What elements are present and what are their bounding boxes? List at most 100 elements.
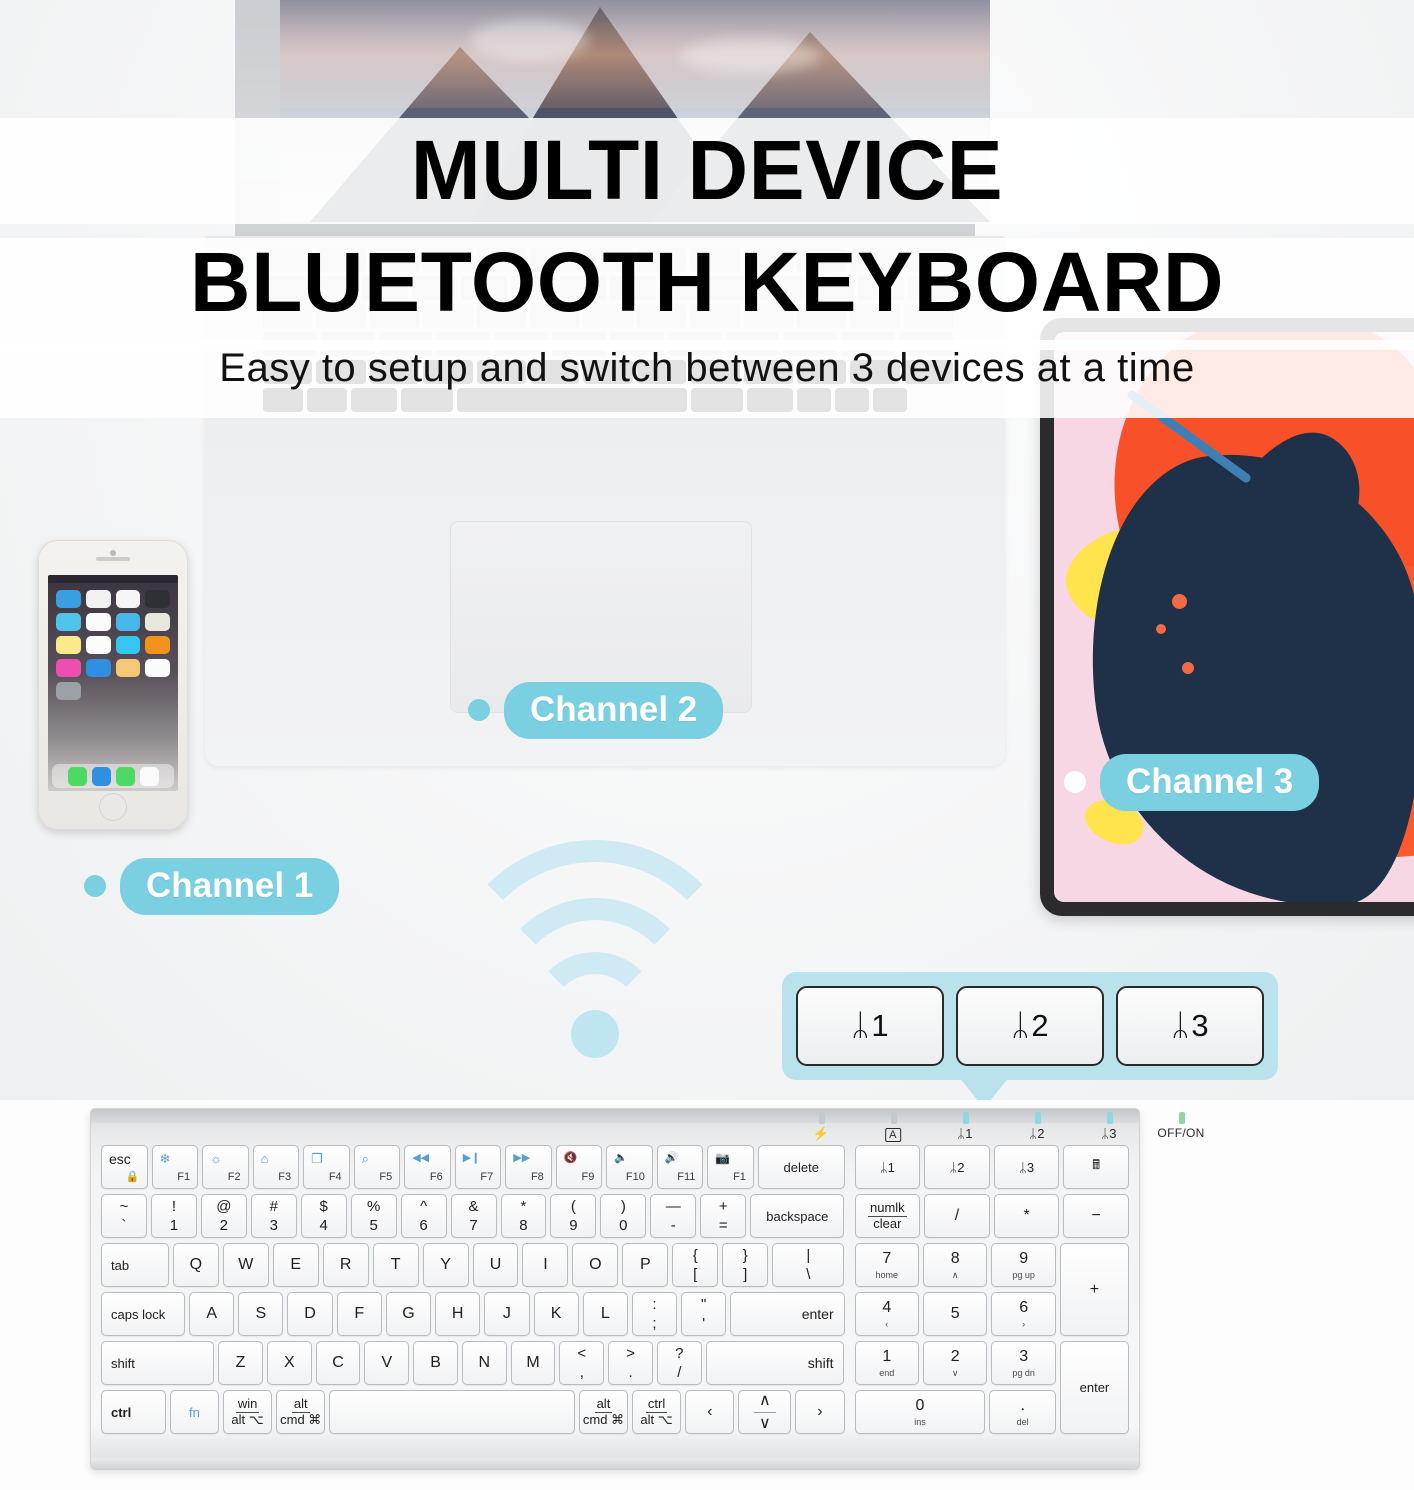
key-r[interactable]: R	[322, 1243, 369, 1287]
key-1[interactable]: ! 1	[150, 1194, 197, 1238]
key-k[interactable]: K	[533, 1292, 579, 1336]
key-numpad-2[interactable]: 2 ∨	[923, 1341, 988, 1385]
key-f10[interactable]: 🔈 F10	[606, 1145, 653, 1189]
key-bluetooth-3[interactable]: ᛦ3	[993, 1145, 1060, 1189]
key-period[interactable]: >.	[608, 1341, 653, 1385]
key-f4[interactable]: ❐ F4	[303, 1145, 350, 1189]
key-numpad-7[interactable]: 7 home	[854, 1243, 919, 1287]
key-0[interactable]: ) 0	[600, 1194, 647, 1238]
key-2[interactable]: @2	[200, 1194, 247, 1238]
key-7[interactable]: & 7	[450, 1194, 497, 1238]
key-s[interactable]: S	[238, 1292, 284, 1336]
key-alt-cmd-right[interactable]: alt cmd ⌘	[578, 1390, 629, 1434]
key-g[interactable]: G	[385, 1292, 432, 1336]
key-backslash[interactable]: | \	[772, 1243, 845, 1287]
key-f5[interactable]: ⌕ F5	[353, 1145, 401, 1189]
key-q[interactable]: Q	[172, 1243, 219, 1287]
key-f[interactable]: F	[336, 1292, 382, 1336]
key-equals[interactable]: + =	[700, 1194, 747, 1238]
callout-bluetooth-key-2[interactable]: ᛦ2	[956, 986, 1104, 1066]
key-space[interactable]	[329, 1390, 575, 1434]
key-numpad-6[interactable]: 6 ›	[991, 1292, 1056, 1336]
key-f12[interactable]: 📷 F1	[707, 1145, 754, 1189]
key-l[interactable]: L	[582, 1292, 628, 1336]
key-quote[interactable]: " '	[681, 1292, 727, 1336]
key-calculator[interactable]: 🖩	[1063, 1145, 1129, 1189]
key-e[interactable]: E	[272, 1243, 319, 1287]
key-f7[interactable]: ▶❙ F7	[454, 1145, 502, 1189]
key-numpad-0[interactable]: 0 ins	[854, 1390, 986, 1434]
callout-bluetooth-key-1[interactable]: ᛦ1	[796, 986, 944, 1066]
key-numpad-4[interactable]: 4 ‹	[854, 1292, 919, 1336]
key-3[interactable]: #3	[250, 1194, 297, 1238]
key-delete[interactable]: delete	[757, 1145, 845, 1189]
key-h[interactable]: H	[435, 1292, 481, 1336]
key-numpad-enter[interactable]: enter	[1059, 1341, 1129, 1434]
key-arrow-right[interactable]: ›	[795, 1390, 845, 1434]
key-f6[interactable]: ◀◀ F6	[404, 1145, 451, 1189]
key-fn[interactable]: fn	[169, 1390, 219, 1434]
key-shift-left[interactable]: shift	[101, 1341, 215, 1385]
key-arrow-up-down[interactable]: ∧ ∨	[738, 1390, 792, 1434]
key-b[interactable]: B	[413, 1341, 458, 1385]
key-ctrl-alt-right[interactable]: ctrl alt ⌥	[632, 1390, 682, 1434]
key-numpad-1[interactable]: 1 end	[854, 1341, 919, 1385]
key-alt-cmd-left[interactable]: alt cmd ⌘	[276, 1390, 326, 1434]
key-numpad-decimal[interactable]: . del	[989, 1390, 1056, 1434]
key-f9[interactable]: 🔇 F9	[555, 1145, 603, 1189]
key-minus[interactable]: — -	[650, 1194, 697, 1238]
key-f2[interactable]: ☼ F2	[202, 1145, 249, 1189]
key-numpad-8[interactable]: 8 ∧	[923, 1243, 988, 1287]
key-numpad-plus[interactable]: +	[1059, 1243, 1129, 1336]
key-slash[interactable]: ? /	[656, 1341, 702, 1385]
key-numlock[interactable]: numlk clear	[854, 1194, 921, 1238]
key-6[interactable]: ^ 6	[400, 1194, 447, 1238]
key-m[interactable]: M	[510, 1341, 556, 1385]
key-bluetooth-2[interactable]: ᛦ2	[924, 1145, 990, 1189]
key-4[interactable]: $4	[300, 1194, 347, 1238]
key-j[interactable]: J	[484, 1292, 530, 1336]
key-y[interactable]: Y	[422, 1243, 469, 1287]
key-5[interactable]: % 5	[350, 1194, 397, 1238]
key-arrow-left[interactable]: ‹	[685, 1390, 735, 1434]
key-numpad-9[interactable]: 9 pg up	[991, 1243, 1056, 1287]
key-f1[interactable]: ❄ F1	[151, 1145, 199, 1189]
key-caps-lock[interactable]: caps lock	[101, 1292, 186, 1336]
key-x[interactable]: X	[266, 1341, 312, 1385]
key-t[interactable]: T	[372, 1243, 419, 1287]
key-numpad-divide[interactable]: /	[924, 1194, 990, 1238]
key-backspace[interactable]: backspace	[750, 1194, 845, 1238]
key-tab[interactable]: tab	[101, 1243, 169, 1287]
key-9[interactable]: (9	[550, 1194, 597, 1238]
key-i[interactable]: I	[522, 1243, 569, 1287]
key-ctrl-left[interactable]: ctrl	[101, 1390, 166, 1434]
key-bracket-right[interactable]: }]	[722, 1243, 769, 1287]
key-bracket-left[interactable]: {[	[672, 1243, 719, 1287]
key-a[interactable]: A	[189, 1292, 235, 1336]
key-8[interactable]: * 8	[500, 1194, 547, 1238]
key-bluetooth-1[interactable]: ᛦ1	[854, 1145, 921, 1189]
key-d[interactable]: D	[287, 1292, 333, 1336]
key-numpad-multiply[interactable]: *	[993, 1194, 1060, 1238]
key-numpad-3[interactable]: 3 pg dn	[991, 1341, 1056, 1385]
key-f3[interactable]: ⌂ F3	[252, 1145, 300, 1189]
key-z[interactable]: Z	[218, 1341, 263, 1385]
key-numpad-5[interactable]: 5	[923, 1292, 988, 1336]
key-shift-right[interactable]: shift	[705, 1341, 845, 1385]
key-semicolon[interactable]: :;	[631, 1292, 678, 1336]
callout-bluetooth-key-3[interactable]: ᛦ3	[1116, 986, 1264, 1066]
key-f11[interactable]: 🔊 F11	[656, 1145, 704, 1189]
power-switch[interactable]	[1179, 1112, 1185, 1124]
key-backtick[interactable]: ~ `	[101, 1194, 147, 1238]
key-comma[interactable]: <,	[559, 1341, 605, 1385]
key-win-alt[interactable]: win alt ⌥	[223, 1390, 273, 1434]
key-o[interactable]: O	[572, 1243, 619, 1287]
key-c[interactable]: C	[315, 1341, 361, 1385]
key-u[interactable]: U	[472, 1243, 519, 1287]
key-f8[interactable]: ▶▶ F8	[505, 1145, 552, 1189]
key-esc[interactable]: esc 🔒	[101, 1145, 148, 1189]
key-p[interactable]: P	[622, 1243, 669, 1287]
key-v[interactable]: V	[364, 1341, 410, 1385]
key-numpad-minus[interactable]: −	[1063, 1194, 1129, 1238]
key-enter[interactable]: enter	[730, 1292, 845, 1336]
